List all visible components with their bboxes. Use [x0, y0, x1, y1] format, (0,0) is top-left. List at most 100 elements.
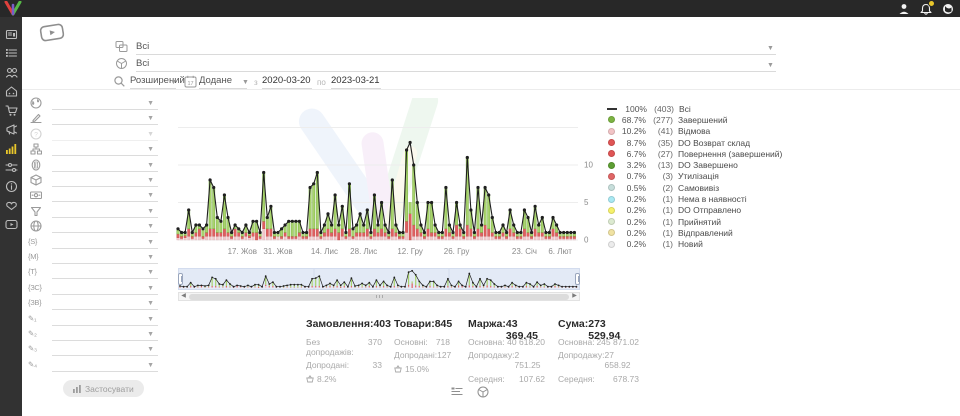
chevron-down-icon[interactable]: ▼	[147, 146, 154, 153]
product-filter-input[interactable]: Всі	[136, 57, 776, 72]
chevron-down-icon[interactable]: ▼	[147, 285, 154, 292]
sidebar-partners-icon[interactable]	[0, 196, 22, 215]
sidebar-warehouse-icon[interactable]	[0, 82, 22, 101]
chevron-down-icon[interactable]: ▼	[147, 208, 154, 215]
sidebar-users-icon[interactable]	[0, 63, 22, 82]
chevron-down-icon[interactable]: ▼	[147, 115, 154, 122]
chevron-down-icon[interactable]: ▼	[767, 62, 774, 69]
list-view-icon[interactable]	[451, 385, 463, 397]
filter-brace-zs-select[interactable]	[52, 281, 158, 295]
navigator-handle-left[interactable]	[178, 273, 183, 285]
chevron-down-icon[interactable]: ▼	[147, 162, 154, 169]
legend-label: Відправлений	[678, 228, 733, 238]
filter-pencil-2-select[interactable]	[52, 327, 158, 341]
chevron-down-icon[interactable]: ▼	[147, 254, 154, 261]
filter-signature-select[interactable]	[52, 111, 158, 125]
legend-percent: 0.2%	[619, 217, 646, 227]
legend-item[interactable]: 0.2%(1)DO Отправлено	[608, 205, 782, 216]
filter-row-brace-zs: {ЗС}▼	[26, 281, 166, 296]
stat-rate-value: 8.2%	[317, 374, 336, 384]
chevron-down-icon[interactable]: ▼	[767, 45, 774, 52]
sidebar-sliders-icon[interactable]	[0, 158, 22, 177]
avatar-icon[interactable]	[942, 3, 954, 15]
chart-scrollbar[interactable]: ◀ ▶	[178, 292, 580, 301]
filter-globe-select[interactable]	[52, 96, 158, 110]
sidebar-info-icon[interactable]	[0, 177, 22, 196]
sidebar-video-tutorials-icon[interactable]	[0, 215, 22, 234]
sidebar-dashboard-icon[interactable]	[0, 25, 22, 44]
date-from-input[interactable]: 2020-03-20	[262, 74, 312, 89]
filter-question-select[interactable]	[52, 127, 158, 141]
chevron-down-icon[interactable]: ▼	[147, 316, 154, 323]
chevron-down-icon[interactable]: ▼	[170, 79, 177, 86]
chevron-down-icon[interactable]: ▼	[147, 223, 154, 230]
legend-count: (2)	[646, 183, 673, 193]
bell-icon[interactable]	[920, 3, 932, 15]
orders-chart[interactable]: 051017. Жов31. Жов14. Лис28. Лис12. Гру2…	[175, 98, 599, 262]
legend-item[interactable]: 0.2%(1)Новий	[608, 239, 782, 250]
chevron-down-icon[interactable]: ▼	[147, 331, 154, 338]
stat-sub-value: 2 751.25	[515, 350, 545, 370]
video-help-icon[interactable]	[39, 22, 65, 43]
chevron-down-icon[interactable]: ▼	[147, 239, 154, 246]
chevron-down-icon[interactable]: ▼	[242, 79, 249, 86]
legend-item[interactable]: 0.7%(3)Утилізація	[608, 171, 782, 182]
apply-button[interactable]: Застосувати	[63, 380, 144, 397]
filter-pencil-1-select[interactable]	[52, 312, 158, 326]
filter-pencil-4-select[interactable]	[52, 358, 158, 372]
app-logo-icon[interactable]	[4, 1, 22, 16]
chevron-down-icon[interactable]: ▼	[147, 362, 154, 369]
scroll-right-icon[interactable]: ▶	[570, 293, 579, 300]
scrollbar-thumb[interactable]	[189, 294, 569, 300]
category-filter-input[interactable]: Всі	[136, 40, 776, 55]
legend-item[interactable]: 0.2%(1)Прийнятий	[608, 216, 782, 227]
svg-text:10: 10	[584, 161, 593, 170]
filter-banknote-select[interactable]	[52, 188, 158, 202]
sidebar-cart-icon[interactable]	[0, 101, 22, 120]
chevron-down-icon[interactable]: ▼	[147, 192, 154, 199]
chevron-down-icon[interactable]: ▼	[147, 131, 154, 138]
legend-item[interactable]: 8.7%(35)DO Возврат склад	[608, 137, 782, 148]
date-to-input[interactable]: 2023-03-21	[331, 74, 381, 89]
chevron-down-icon[interactable]: ▼	[147, 346, 154, 353]
chevron-down-icon[interactable]: ▼	[147, 177, 154, 184]
filter-brace-s-select[interactable]	[52, 235, 158, 249]
filter-globe-grid-select[interactable]	[52, 219, 158, 233]
legend-item[interactable]: 0.5%(2)Самовивіз	[608, 182, 782, 193]
legend-item[interactable]: 0.2%(1)Відправлений	[608, 227, 782, 238]
chevron-down-icon[interactable]: ▼	[147, 269, 154, 276]
legend-item[interactable]: 68.7%(277)Завершений	[608, 114, 782, 125]
package-icon	[115, 57, 128, 70]
filter-sitemap-select[interactable]	[52, 142, 158, 156]
date-to-value: 2023-03-21	[331, 75, 380, 86]
filter-fingerprint-select[interactable]	[52, 158, 158, 172]
filter-brace-t-select[interactable]	[52, 265, 158, 279]
filter-funnel-select[interactable]	[52, 204, 158, 218]
filter-cube-select[interactable]	[52, 173, 158, 187]
chevron-down-icon[interactable]: ▼	[147, 100, 154, 107]
chevron-down-icon[interactable]: ▼	[147, 300, 154, 307]
filter-brace-zv-select[interactable]	[52, 296, 158, 310]
stat-sub-label: Основна:	[558, 337, 595, 347]
filter-row-globe: ▼	[26, 96, 166, 111]
chart-navigator[interactable]	[178, 268, 580, 290]
brace-t-icon: {T}	[28, 267, 37, 276]
legend-item[interactable]: 0.2%(1)Нема в наявності	[608, 193, 782, 204]
sidebar-analytics-icon[interactable]	[0, 139, 22, 158]
navigator-handle-right[interactable]	[575, 273, 580, 285]
legend-item[interactable]: 3.2%(13)DO Завершено	[608, 159, 782, 170]
legend-item[interactable]: 100%(403)Всі	[608, 103, 782, 114]
pencil-4-icon: ✎₄	[28, 360, 37, 369]
filter-brace-m-select[interactable]	[52, 250, 158, 264]
legend-item[interactable]: 6.7%(27)Повернення (завершений)	[608, 148, 782, 159]
filter-pencil-3-select[interactable]	[52, 342, 158, 356]
date-field-select[interactable]: Додане	[199, 74, 247, 89]
brace-s-icon: {S}	[28, 237, 37, 246]
sidebar-orders-list-icon[interactable]	[0, 44, 22, 63]
package-view-icon[interactable]	[477, 385, 489, 397]
scroll-left-icon[interactable]: ◀	[179, 293, 188, 300]
legend-percent: 100%	[620, 104, 647, 114]
sidebar-megaphone-icon[interactable]	[0, 120, 22, 139]
legend-item[interactable]: 10.2%(41)Відмова	[608, 126, 782, 137]
user-icon[interactable]	[898, 3, 910, 15]
